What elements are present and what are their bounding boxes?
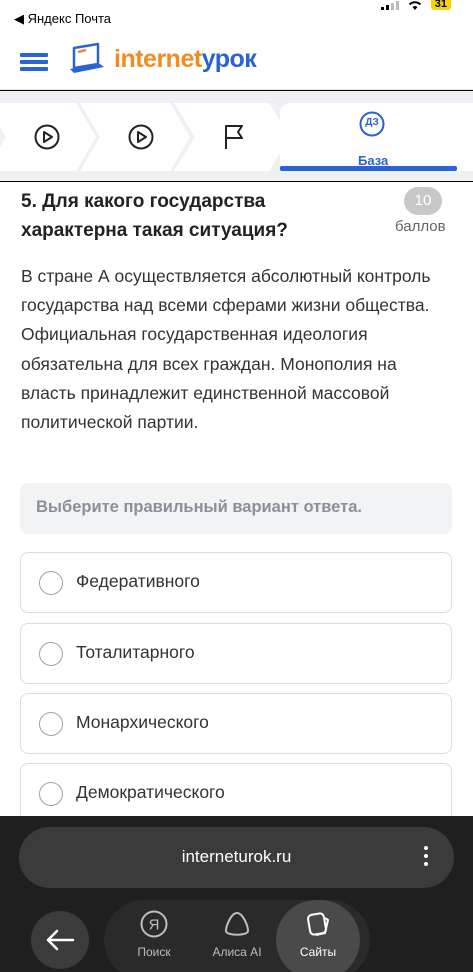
back-to-app-link[interactable]: ◀ Яндекс Почта	[14, 11, 111, 27]
question-text: В стране А осуществляется абсолютный кон…	[21, 266, 431, 433]
browser-toolbar: interneturok.ru Я Поиск Алиса AI Сайты	[0, 816, 473, 972]
radio-button[interactable]	[39, 571, 63, 595]
radio-button[interactable]	[39, 642, 63, 666]
address-bar[interactable]: interneturok.ru	[19, 827, 454, 888]
nav-alice-label: Алиса AI	[212, 945, 262, 959]
radio-button[interactable]	[39, 782, 63, 806]
nav-search[interactable]: Я Поиск	[112, 900, 196, 972]
back-button[interactable]	[31, 911, 89, 969]
radio-button[interactable]	[39, 712, 63, 736]
answer-option[interactable]: Тоталитарного	[20, 623, 452, 684]
address-bar-url: interneturok.ru	[181, 847, 292, 866]
alice-icon	[224, 911, 250, 936]
answer-option[interactable]: Федеративного	[20, 552, 452, 613]
tab-homework-label: База	[358, 153, 389, 168]
play-circle-outline-icon	[128, 124, 154, 150]
browser-nav: Я Поиск Алиса AI Сайты	[104, 900, 370, 972]
answer-option-label: Демократического	[76, 782, 225, 802]
logo-text: internetурок	[114, 44, 257, 73]
answer-option-label: Монархического	[76, 712, 209, 732]
nav-sites[interactable]: Сайты	[276, 900, 360, 972]
tab-video[interactable]	[0, 103, 96, 171]
wifi-icon	[408, 1, 421, 10]
play-circle-icon	[34, 124, 60, 150]
answer-option[interactable]: Демократического	[20, 763, 452, 816]
tabs-icon	[307, 912, 330, 936]
more-options-icon[interactable]	[424, 846, 428, 870]
status-bar: ◀ Яндекс Почта 31	[0, 0, 473, 30]
answer-hint-text: Выберите правильный вариант ответа.	[36, 498, 362, 516]
arrow-left-icon	[46, 929, 75, 951]
tab-video-2[interactable]	[80, 103, 190, 171]
answer-option-label: Федеративного	[76, 571, 200, 591]
score-unit: баллов	[395, 218, 446, 235]
homework-badge-text: ДЗ	[365, 117, 379, 128]
yandex-search-icon: Я	[140, 910, 168, 938]
svg-text:Я: Я	[149, 917, 160, 934]
question-title: 5. Для какого государства характерна так…	[21, 191, 288, 241]
site-header: internetурок	[0, 30, 473, 90]
laptop-logo-icon	[70, 42, 104, 73]
question-card: 5. Для какого государства характерна так…	[0, 182, 473, 816]
score-badge: 10	[404, 187, 442, 215]
tab-homework[interactable]: ДЗ База	[280, 103, 473, 171]
site-logo[interactable]: internetурок	[68, 42, 257, 76]
signal-icon	[380, 0, 399, 10]
nav-sites-label: Сайты	[299, 945, 337, 959]
nav-search-label: Поиск	[137, 945, 171, 959]
tab-flag[interactable]	[174, 103, 290, 171]
answer-hint: Выберите правильный вариант ответа.	[20, 483, 452, 534]
battery-indicator: 31	[430, 0, 451, 10]
answer-option-label: Тоталитарного	[76, 642, 195, 662]
answer-option[interactable]: Монархического	[20, 693, 452, 754]
hamburger-menu-icon[interactable]	[20, 53, 48, 71]
lesson-tabs: ДЗ База	[0, 91, 473, 181]
nav-alice[interactable]: Алиса AI	[195, 900, 279, 972]
status-icons: 31	[380, 0, 451, 10]
flag-icon	[225, 125, 243, 149]
